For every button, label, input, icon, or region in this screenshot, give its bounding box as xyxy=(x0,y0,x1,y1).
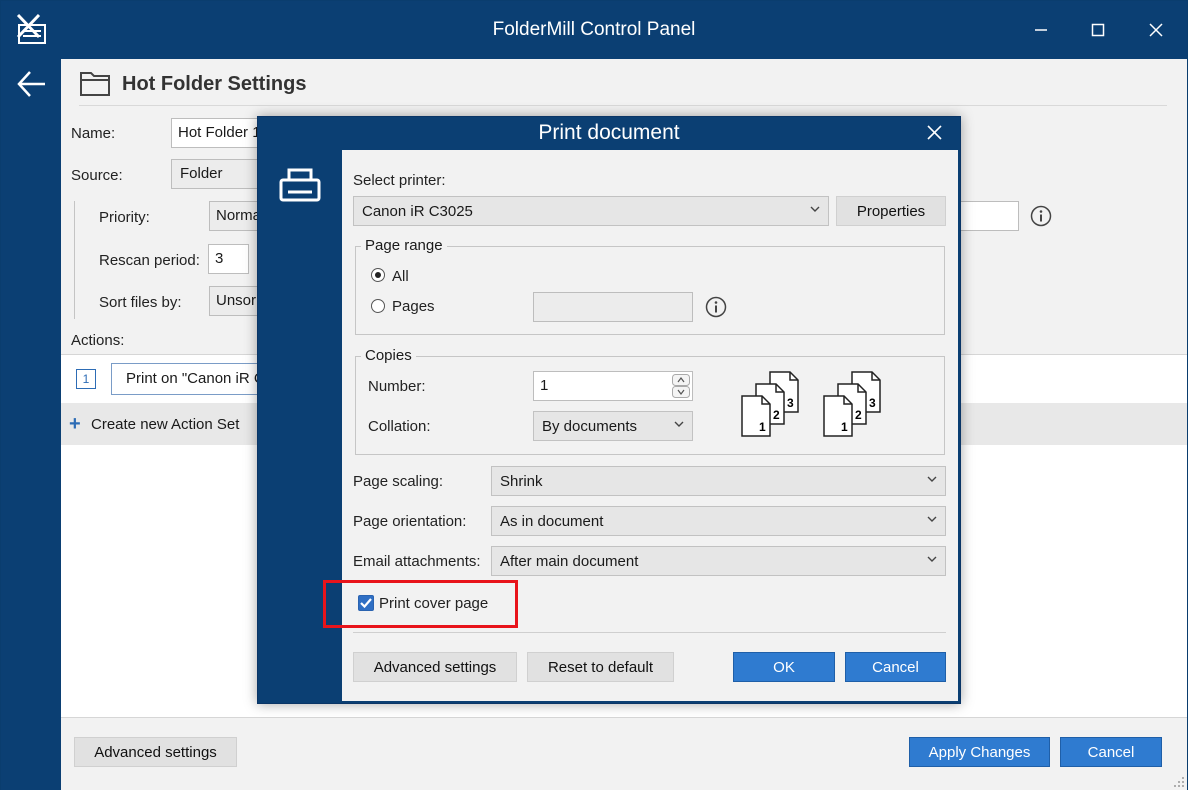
chevron-down-icon xyxy=(810,206,820,212)
window-title: FolderMill Control Panel xyxy=(492,19,696,40)
chevron-down-icon xyxy=(927,556,937,562)
title-bar[interactable]: FolderMill Control Panel xyxy=(1,1,1187,59)
email-attachments-select[interactable]: After main document xyxy=(491,546,946,576)
info-icon[interactable] xyxy=(1030,205,1052,227)
collation-page-number: 1 xyxy=(841,420,848,434)
source-group-rule xyxy=(74,201,75,319)
action-index-badge: 1 xyxy=(76,369,96,389)
header-divider xyxy=(79,105,1167,106)
print-action-button[interactable]: Print on "Canon iR C xyxy=(111,363,271,395)
dialog-body: Select printer: Canon iR C3025 Propertie… xyxy=(323,150,958,701)
page-scaling-value: Shrink xyxy=(500,473,543,490)
page-orientation-value: As in document xyxy=(500,513,604,530)
properties-button[interactable]: Properties xyxy=(836,196,946,226)
copies-number-value: 1 xyxy=(540,377,549,394)
pages-info-icon[interactable] xyxy=(705,296,727,318)
maximize-icon xyxy=(1091,23,1105,37)
collation-page-number: 3 xyxy=(787,396,794,410)
collation-select-value: By documents xyxy=(542,418,638,435)
collation-page-number: 2 xyxy=(855,408,862,422)
collation-label: Collation: xyxy=(368,418,431,435)
maximize-button[interactable] xyxy=(1075,13,1121,47)
minimize-button[interactable] xyxy=(1018,13,1064,47)
collation-pages-icon: 3 2 1 xyxy=(823,371,881,437)
printer-select-value: Canon iR C3025 xyxy=(362,203,473,220)
collation-page-number: 1 xyxy=(759,420,766,434)
dialog-cancel-button[interactable]: Cancel xyxy=(845,652,946,682)
select-printer-label: Select printer: xyxy=(353,172,446,189)
resize-grip-icon[interactable] xyxy=(1173,776,1185,788)
dialog-title: Print document xyxy=(538,121,680,144)
all-pages-label: All xyxy=(392,268,409,285)
page-range-legend: Page range xyxy=(361,237,447,254)
chevron-down-icon xyxy=(674,421,684,427)
dialog-close-button[interactable] xyxy=(927,123,942,146)
pages-label: Pages xyxy=(392,298,435,315)
print-document-dialog: Print document Select printer: Canon iR … xyxy=(257,116,961,704)
actions-label: Actions: xyxy=(71,332,125,349)
minimize-icon xyxy=(1035,29,1047,31)
sort-files-label: Sort files by: xyxy=(99,294,182,311)
page-orientation-select[interactable]: As in document xyxy=(491,506,946,536)
apply-changes-button[interactable]: Apply Changes xyxy=(909,737,1050,767)
highlight-box xyxy=(323,580,518,628)
close-icon xyxy=(927,125,942,140)
printer-select[interactable]: Canon iR C3025 xyxy=(353,196,829,226)
source-label: Source: xyxy=(71,167,123,184)
dialog-advanced-settings-button[interactable]: Advanced settings xyxy=(353,652,517,682)
pages-input[interactable] xyxy=(533,292,693,322)
name-input[interactable]: Hot Folder 1 xyxy=(171,118,267,148)
page-scaling-select[interactable]: Shrink xyxy=(491,466,946,496)
page-scaling-label: Page scaling: xyxy=(353,473,444,490)
bottom-toolbar: Advanced settings Apply Changes Cancel xyxy=(61,717,1187,790)
advanced-settings-button[interactable]: Advanced settings xyxy=(74,737,237,767)
reset-to-default-button[interactable]: Reset to default xyxy=(527,652,674,682)
collation-pages-icon: 3 2 1 xyxy=(741,371,799,437)
number-label: Number: xyxy=(368,378,426,395)
printer-icon xyxy=(279,168,321,202)
page-title: Hot Folder Settings xyxy=(122,73,307,95)
plus-icon: + xyxy=(69,413,81,435)
priority-label: Priority: xyxy=(99,209,150,226)
chevron-down-icon xyxy=(927,516,937,522)
name-label: Name: xyxy=(71,125,116,142)
page-selection-radio[interactable] xyxy=(371,299,385,313)
all-pages-radio[interactable] xyxy=(371,268,385,282)
page-orientation-label: Page orientation: xyxy=(353,513,467,530)
main-window: FolderMill Control Panel Hot Folder Sett… xyxy=(0,0,1188,790)
source-select[interactable]: Folder xyxy=(171,159,267,189)
copies-number-input[interactable]: 1 xyxy=(533,371,693,401)
email-attachments-label: Email attachments: xyxy=(353,553,481,570)
close-window-button[interactable] xyxy=(1133,13,1179,47)
rescan-period-input[interactable]: 3 xyxy=(208,244,249,274)
dialog-divider xyxy=(353,632,946,633)
sidebar xyxy=(1,59,61,790)
copies-legend: Copies xyxy=(361,347,416,364)
chevron-down-icon xyxy=(927,476,937,482)
create-action-set-label: Create new Action Set xyxy=(91,416,240,433)
back-arrow-icon[interactable] xyxy=(15,69,49,99)
email-attachments-value: After main document xyxy=(500,553,639,570)
collation-page-number: 3 xyxy=(869,396,876,410)
cancel-button[interactable]: Cancel xyxy=(1060,737,1162,767)
collation-select[interactable]: By documents xyxy=(533,411,693,441)
folder-icon xyxy=(80,72,110,96)
collation-page-number: 2 xyxy=(773,408,780,422)
close-icon xyxy=(1149,23,1163,37)
ok-button[interactable]: OK xyxy=(733,652,835,682)
stepper-arrows-icon[interactable] xyxy=(672,374,690,398)
rescan-period-label: Rescan period: xyxy=(99,252,200,269)
